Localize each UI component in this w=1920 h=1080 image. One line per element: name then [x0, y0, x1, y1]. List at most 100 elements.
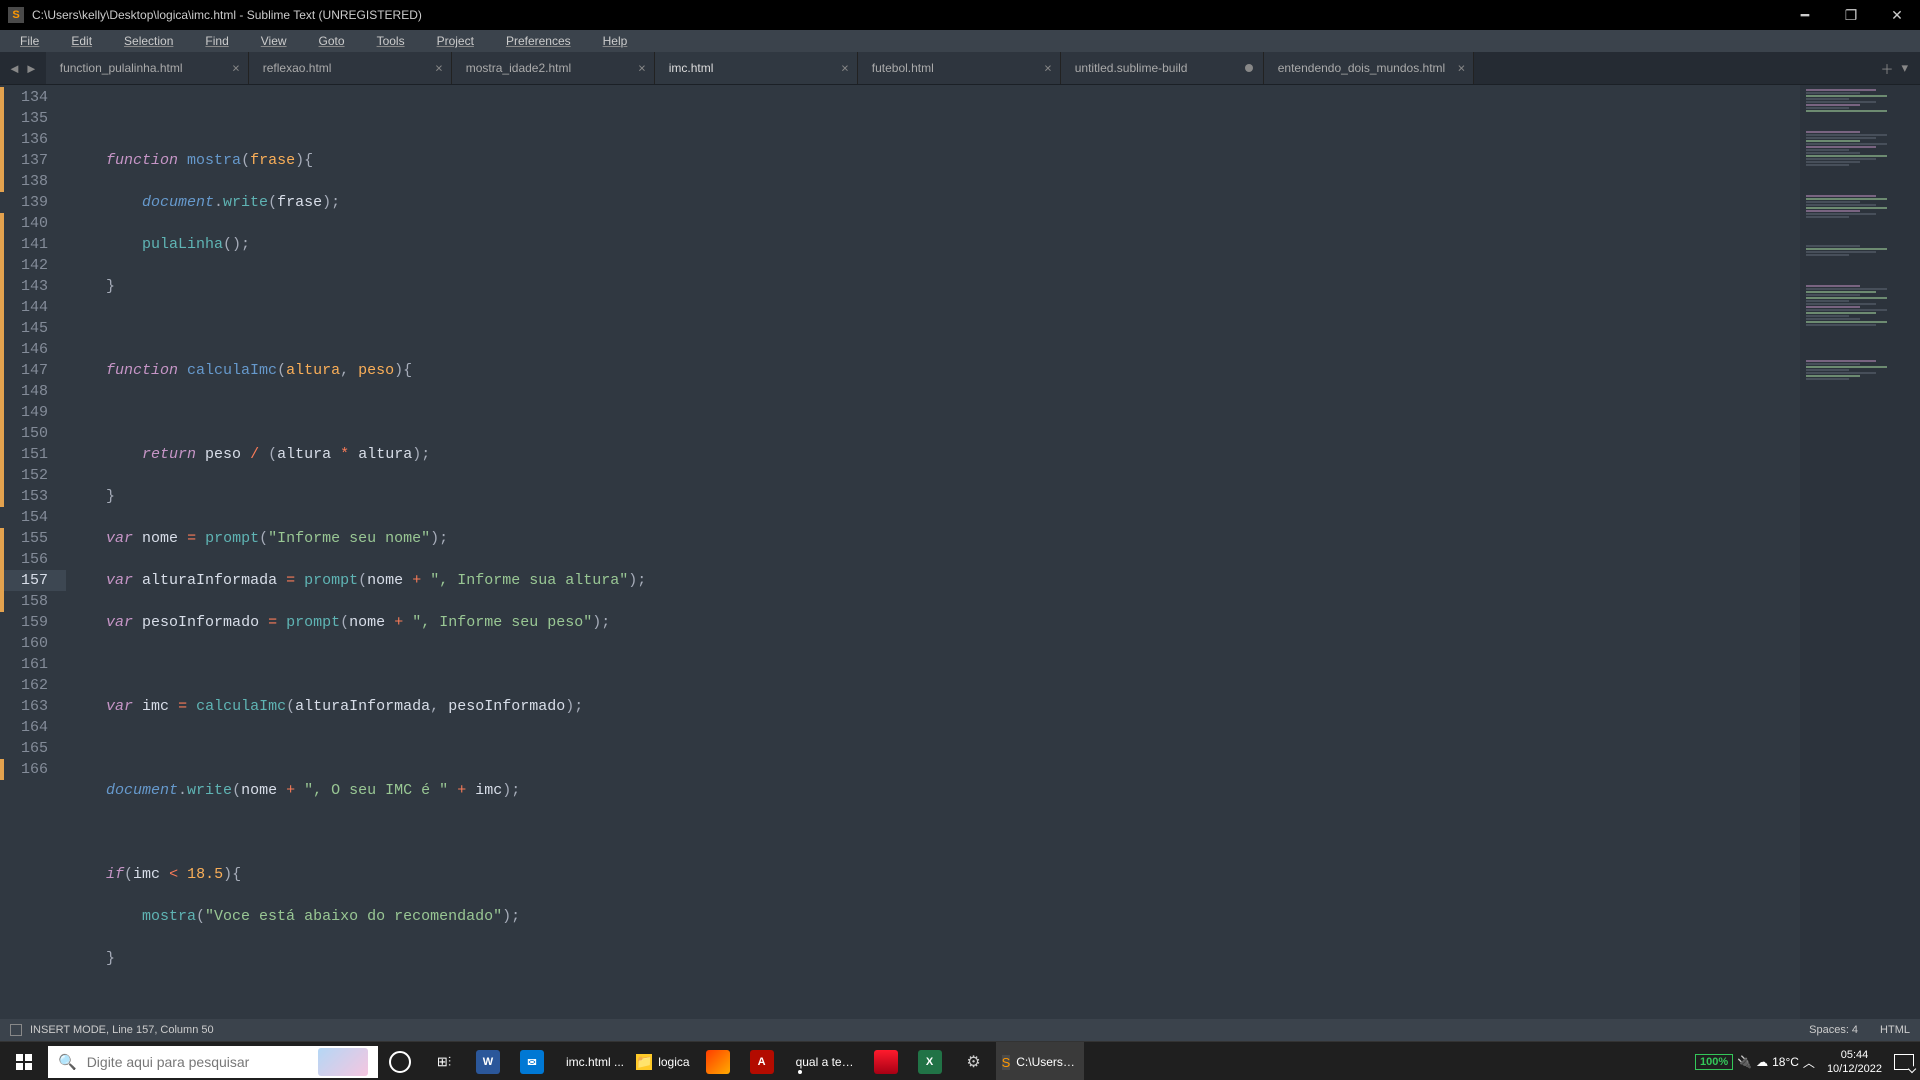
line-number[interactable]: 140 [0, 213, 66, 234]
dirty-indicator-icon [1245, 64, 1253, 72]
line-number[interactable]: 151 [0, 444, 66, 465]
close-button[interactable]: ✕ [1874, 0, 1920, 30]
task-view-icon[interactable]: ⊞⫶ [422, 1042, 466, 1080]
line-number[interactable]: 159 [0, 612, 66, 633]
line-number-gutter[interactable]: 1341351361371381391401411421431441451461… [0, 85, 66, 1019]
line-number[interactable]: 135 [0, 108, 66, 129]
line-number[interactable]: 150 [0, 423, 66, 444]
code-content[interactable]: function mostra(frase){ document.write(f… [66, 85, 1800, 1019]
tab-label: entendendo_dois_mundos.html [1278, 61, 1445, 75]
line-number[interactable]: 158 [0, 591, 66, 612]
menu-project[interactable]: Project [421, 32, 490, 50]
line-number[interactable]: 164 [0, 717, 66, 738]
line-number[interactable]: 162 [0, 675, 66, 696]
taskbar-word[interactable]: W [466, 1042, 510, 1080]
editor-area[interactable]: 1341351361371381391401411421431441451461… [0, 85, 1920, 1019]
status-panel-icon[interactable] [10, 1024, 22, 1036]
menu-tools[interactable]: Tools [361, 32, 421, 50]
taskbar-edge[interactable]: imc.html ... [554, 1042, 630, 1080]
minimize-button[interactable]: ━ [1782, 0, 1828, 30]
minimap[interactable] [1800, 85, 1920, 1019]
battery-indicator[interactable]: 100% [1695, 1054, 1733, 1070]
taskbar-search[interactable]: 🔍 Digite aqui para pesquisar [48, 1046, 378, 1078]
menu-view[interactable]: View [245, 32, 303, 50]
tab-close-icon[interactable]: × [435, 61, 443, 76]
line-number[interactable]: 146 [0, 339, 66, 360]
tab-mostra_idade2-html[interactable]: mostra_idade2.html× [452, 52, 655, 84]
taskbar-settings[interactable]: ⚙ [952, 1042, 996, 1080]
status-text: INSERT MODE, Line 157, Column 50 [30, 1024, 214, 1036]
status-indent[interactable]: Spaces: 4 [1809, 1024, 1858, 1036]
line-number[interactable]: 156 [0, 549, 66, 570]
tab-function_pulalinha-html[interactable]: function_pulalinha.html× [46, 52, 249, 84]
tab-close-icon[interactable]: × [638, 61, 646, 76]
taskbar-opera[interactable] [864, 1042, 908, 1080]
tab-close-icon[interactable]: × [841, 61, 849, 76]
status-syntax[interactable]: HTML [1880, 1024, 1910, 1036]
tray-chevron-icon[interactable]: ︿ [1803, 1054, 1815, 1071]
line-number[interactable]: 136 [0, 129, 66, 150]
windows-taskbar: 🔍 Digite aqui para pesquisar ⊞⫶ W ✉ imc.… [0, 1041, 1920, 1080]
line-number[interactable]: 147 [0, 360, 66, 381]
line-number[interactable]: 160 [0, 633, 66, 654]
menu-edit[interactable]: Edit [55, 32, 108, 50]
tab-entendendo_dois_mundos-html[interactable]: entendendo_dois_mundos.html × [1264, 52, 1474, 84]
tab-history-back-icon[interactable]: ◄ [6, 61, 23, 76]
taskbar-mail[interactable]: ✉ [510, 1042, 554, 1080]
window-title: C:\Users\kelly\Desktop\logica\imc.html -… [32, 8, 422, 22]
line-number[interactable]: 154 [0, 507, 66, 528]
line-number[interactable]: 141 [0, 234, 66, 255]
taskbar-sublime[interactable]: SC:\Users\k... [996, 1042, 1085, 1080]
line-number[interactable]: 165 [0, 738, 66, 759]
taskbar-excel[interactable]: X [908, 1042, 952, 1080]
weather-temp[interactable]: 18°C [1772, 1055, 1799, 1069]
tab-close-icon[interactable]: × [1044, 61, 1052, 76]
line-number[interactable]: 142 [0, 255, 66, 276]
taskbar-clock[interactable]: 05:44 10/12/2022 [1819, 1048, 1890, 1076]
line-number[interactable]: 163 [0, 696, 66, 717]
line-number[interactable]: 145 [0, 318, 66, 339]
tab-label: imc.html [669, 61, 714, 75]
taskbar-chrome[interactable]: qual a tec... [784, 1042, 864, 1080]
start-button[interactable] [0, 1042, 48, 1080]
cortana-icon[interactable] [378, 1042, 422, 1080]
line-number[interactable]: 143 [0, 276, 66, 297]
menu-goto[interactable]: Goto [303, 32, 361, 50]
weather-icon[interactable]: ☁ [1756, 1055, 1768, 1069]
line-number[interactable]: 138 [0, 171, 66, 192]
tab-overflow-icon[interactable]: ▾ [1897, 60, 1912, 76]
line-number[interactable]: 157 [0, 570, 66, 591]
tab-close-icon[interactable]: × [232, 61, 240, 76]
line-number[interactable]: 139 [0, 192, 66, 213]
line-number[interactable]: 153 [0, 486, 66, 507]
line-number[interactable]: 144 [0, 297, 66, 318]
line-number[interactable]: 152 [0, 465, 66, 486]
menu-selection[interactable]: Selection [108, 32, 189, 50]
maximize-button[interactable]: ❐ [1828, 0, 1874, 30]
tab-imc-html[interactable]: imc.html × [655, 52, 858, 84]
taskbar-explorer[interactable]: 📁logica [630, 1042, 696, 1080]
tab-untitled-sublime-build[interactable]: untitled.sublime-build [1061, 52, 1264, 84]
tab-close-icon[interactable]: × [1458, 61, 1466, 76]
menu-help[interactable]: Help [587, 32, 644, 50]
line-number[interactable]: 148 [0, 381, 66, 402]
taskbar-acrobat[interactable]: A [740, 1042, 784, 1080]
tab-label: futebol.html [872, 61, 934, 75]
taskbar-firefox[interactable] [696, 1042, 740, 1080]
line-number[interactable]: 155 [0, 528, 66, 549]
power-icon[interactable]: 🔌 [1737, 1055, 1752, 1069]
tab-history-forward-icon[interactable]: ► [23, 61, 40, 76]
action-center-icon[interactable] [1894, 1054, 1914, 1070]
menu-file[interactable]: File [4, 32, 55, 50]
line-number[interactable]: 166 [0, 759, 66, 780]
menu-bar: File Edit Selection Find View Goto Tools… [0, 30, 1920, 52]
new-tab-button[interactable]: ＋ [1876, 59, 1897, 78]
menu-find[interactable]: Find [189, 32, 244, 50]
line-number[interactable]: 134 [0, 87, 66, 108]
tab-futebol-html[interactable]: futebol.html × [858, 52, 1061, 84]
line-number[interactable]: 149 [0, 402, 66, 423]
menu-preferences[interactable]: Preferences [490, 32, 587, 50]
line-number[interactable]: 137 [0, 150, 66, 171]
line-number[interactable]: 161 [0, 654, 66, 675]
tab-reflexao-html[interactable]: reflexao.html× [249, 52, 452, 84]
